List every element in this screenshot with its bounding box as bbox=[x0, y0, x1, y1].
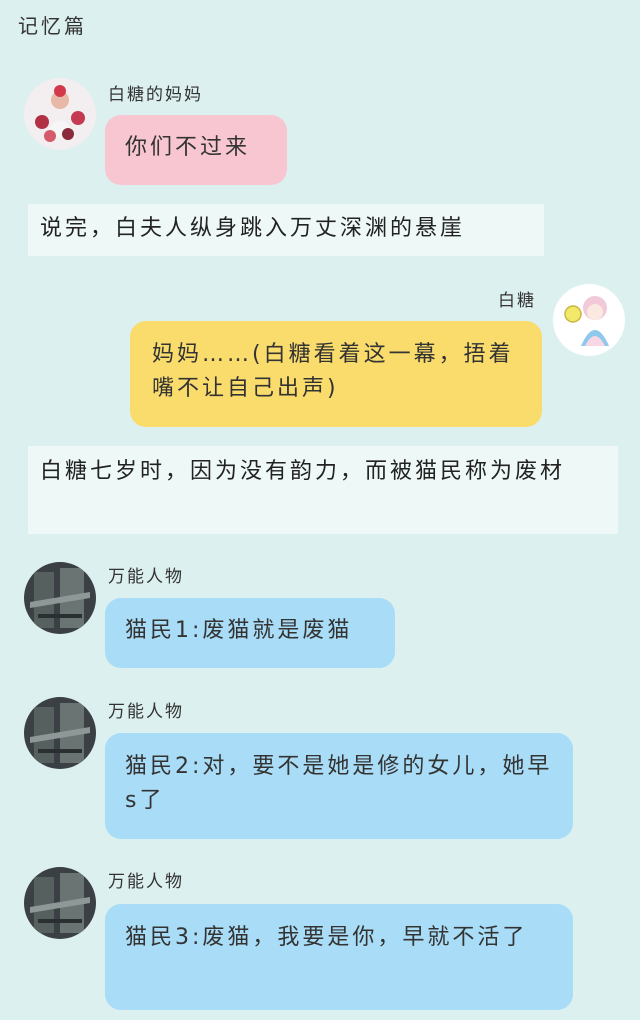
narration-text: 说完，白夫人纵身跳入万丈深渊的悬崖 bbox=[28, 204, 544, 256]
message-bubble: 猫民2:对，要不是她是修的女儿，她早s了 bbox=[105, 733, 573, 839]
sender-name: 白糖 bbox=[498, 291, 536, 311]
message-bubble: 你们不过来 bbox=[105, 115, 287, 185]
message-bubble: 猫民1:废猫就是废猫 bbox=[105, 598, 395, 668]
narration-text: 白糖七岁时，因为没有韵力，而被猫民称为废材 bbox=[28, 446, 618, 534]
sender-name: 万能人物 bbox=[108, 567, 184, 587]
baitang-avatar[interactable] bbox=[553, 284, 625, 356]
universal-character-avatar[interactable] bbox=[24, 562, 96, 634]
universal-character-avatar[interactable] bbox=[24, 697, 96, 769]
sender-name: 白糖的妈妈 bbox=[108, 85, 203, 105]
sender-name: 万能人物 bbox=[108, 872, 184, 892]
mother-avatar[interactable] bbox=[24, 78, 96, 150]
message-bubble: 猫民3:废猫，我要是你，早就不活了 bbox=[105, 904, 573, 1010]
page-title: 记忆篇 bbox=[18, 14, 87, 38]
universal-character-avatar[interactable] bbox=[24, 867, 96, 939]
sender-name: 万能人物 bbox=[108, 702, 184, 722]
message-bubble: 妈妈……(白糖看着这一幕，捂着嘴不让自己出声) bbox=[130, 321, 542, 427]
